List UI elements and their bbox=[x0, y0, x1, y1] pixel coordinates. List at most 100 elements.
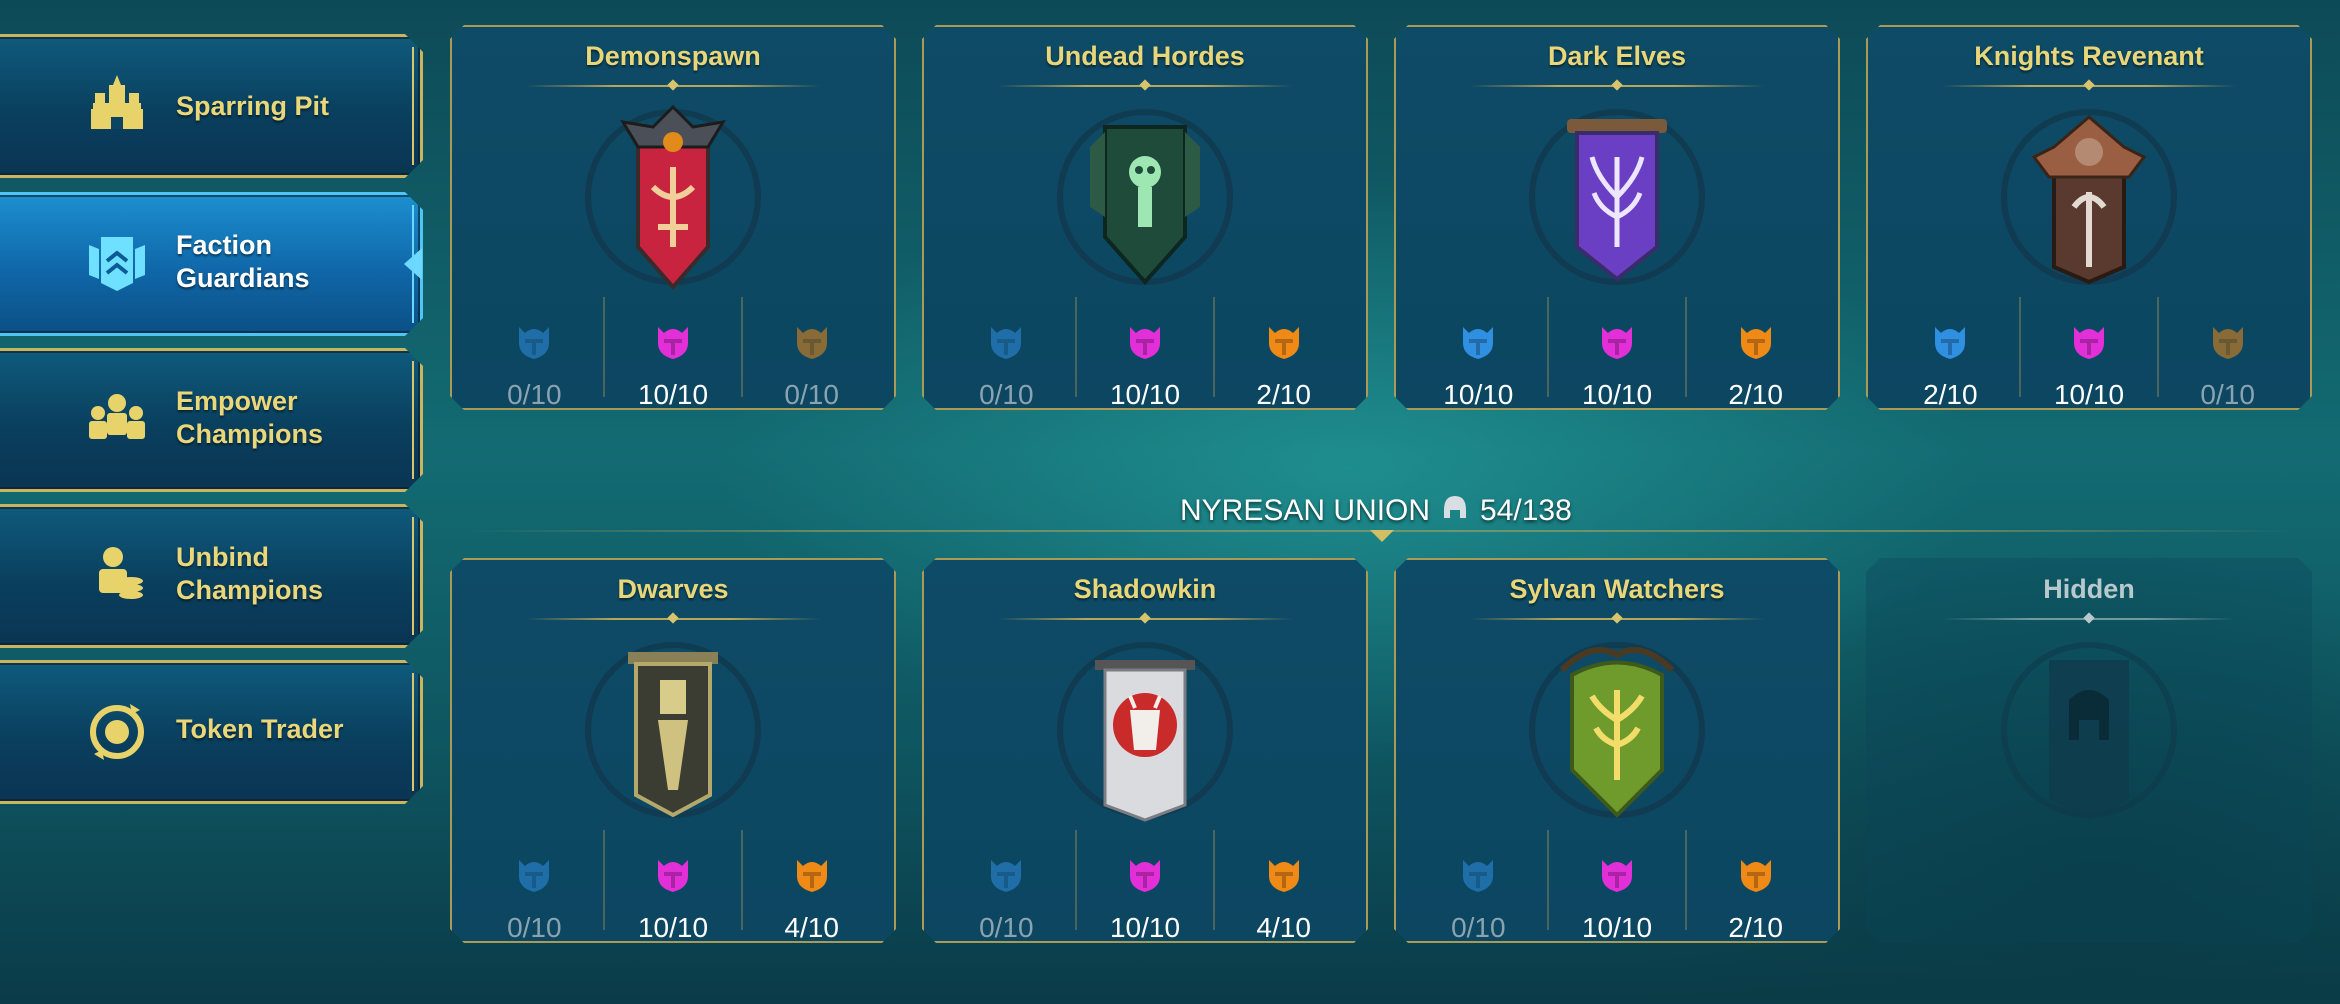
legendary-helmet-icon bbox=[1739, 321, 1773, 365]
rare-helmet-icon bbox=[1461, 854, 1495, 898]
faction-card-demonspawn[interactable]: Demonspawn 0/10 10/10 0/10 bbox=[450, 25, 896, 410]
demonspawn-banner-icon bbox=[578, 97, 768, 297]
faction-card-hidden[interactable]: Hidden bbox=[1866, 558, 2312, 943]
epic-helmet-icon bbox=[2072, 321, 2106, 365]
title-divider bbox=[1470, 618, 1764, 620]
rare-guardian-slot: 0/10 bbox=[938, 297, 1077, 397]
legendary-guardian-slot: 0/10 bbox=[743, 297, 880, 397]
union-progress-value: 54/138 bbox=[1480, 494, 1572, 527]
sidebar-item-faction-guardians[interactable]: Faction Guardians bbox=[0, 192, 423, 336]
legendary-count: 2/10 bbox=[1256, 379, 1311, 410]
union-marker bbox=[1370, 530, 1394, 542]
rare-guardian-slot: 2/10 bbox=[1882, 297, 2021, 397]
union-progress: NYRESAN UNION 54/138 bbox=[1180, 492, 1572, 530]
epic-helmet-icon bbox=[656, 854, 690, 898]
legendary-guardian-slot: 2/10 bbox=[1687, 830, 1824, 930]
rare-helmet-icon bbox=[989, 854, 1023, 898]
legendary-helmet-icon bbox=[1267, 321, 1301, 365]
guardian-stats: 0/10 10/10 2/10 bbox=[938, 297, 1352, 397]
epic-count: 10/10 bbox=[1581, 379, 1653, 410]
legendary-guardian-slot: 4/10 bbox=[743, 830, 880, 930]
sidebar-item-token-trader[interactable]: Token Trader bbox=[0, 660, 423, 804]
legendary-helmet-icon bbox=[1739, 854, 1773, 898]
sidebar-item-unbind-champions[interactable]: Unbind Champions bbox=[0, 504, 423, 648]
epic-count: 10/10 bbox=[1109, 379, 1181, 410]
faction-card-undead-hordes[interactable]: Undead Hordes 0/10 10/10 2/10 bbox=[922, 25, 1368, 410]
legendary-helmet-icon bbox=[795, 854, 829, 898]
title-divider bbox=[998, 618, 1292, 620]
sidebar-item-label: Sparring Pit bbox=[176, 90, 330, 121]
faction-name: Shadowkin bbox=[1073, 574, 1217, 604]
epic-guardian-slot: 10/10 bbox=[605, 830, 744, 930]
union-label: NYRESAN UNION bbox=[1180, 494, 1431, 527]
title-divider bbox=[1942, 618, 2236, 620]
dwarves-banner-icon bbox=[578, 630, 768, 830]
epic-helmet-icon bbox=[1128, 321, 1162, 365]
epic-helmet-icon bbox=[1600, 321, 1634, 365]
castle-icon bbox=[85, 73, 149, 137]
undead-hordes-banner-icon bbox=[1050, 97, 1240, 297]
faction-card-knights-revenant[interactable]: Knights Revenant 2/10 10/10 0/10 bbox=[1866, 25, 2312, 410]
empower-icon bbox=[85, 387, 149, 451]
guardian-stats: 0/10 10/10 0/10 bbox=[466, 297, 880, 397]
faction-name: Dwarves bbox=[617, 574, 729, 604]
rare-count: 2/10 bbox=[1923, 379, 1978, 410]
faction-name: Demonspawn bbox=[585, 41, 761, 71]
faction-card-sylvan-watchers[interactable]: Sylvan Watchers 0/10 10/10 2/10 bbox=[1394, 558, 1840, 943]
legendary-count: 2/10 bbox=[1728, 379, 1783, 410]
guardian-stats: 10/10 10/10 2/10 bbox=[1410, 297, 1824, 397]
epic-count: 10/10 bbox=[1581, 912, 1653, 943]
legendary-count: 0/10 bbox=[2200, 379, 2255, 410]
sylvan-watchers-banner-icon bbox=[1522, 630, 1712, 830]
epic-count: 10/10 bbox=[1109, 912, 1181, 943]
knights-revenant-banner-icon bbox=[1994, 97, 2184, 297]
epic-guardian-slot: 10/10 bbox=[2021, 297, 2160, 397]
epic-count: 10/10 bbox=[637, 379, 709, 410]
epic-helmet-icon bbox=[656, 321, 690, 365]
active-indicator-arrow bbox=[404, 248, 422, 280]
rare-guardian-slot: 0/10 bbox=[466, 297, 605, 397]
legendary-guardian-slot: 4/10 bbox=[1215, 830, 1352, 930]
rare-count: 0/10 bbox=[979, 912, 1034, 943]
legendary-guardian-slot: 2/10 bbox=[1215, 297, 1352, 397]
epic-count: 10/10 bbox=[637, 912, 709, 943]
rare-helmet-icon bbox=[1461, 321, 1495, 365]
sidebar-item-label: Faction Guardians bbox=[176, 230, 310, 293]
rare-count: 0/10 bbox=[1451, 912, 1506, 943]
legendary-count: 2/10 bbox=[1728, 912, 1783, 943]
legendary-guardian-slot: 2/10 bbox=[1687, 297, 1824, 397]
legendary-count: 4/10 bbox=[1256, 912, 1311, 943]
guardian-banner-icon bbox=[85, 231, 149, 295]
legendary-helmet-icon bbox=[2211, 321, 2245, 365]
guardian-stats: 0/10 10/10 2/10 bbox=[1410, 830, 1824, 930]
rare-helmet-icon bbox=[1933, 321, 1967, 365]
rare-helmet-icon bbox=[517, 321, 551, 365]
rare-count: 0/10 bbox=[507, 379, 562, 410]
rare-guardian-slot: 0/10 bbox=[466, 830, 605, 930]
token-icon bbox=[85, 699, 149, 763]
epic-helmet-icon bbox=[1128, 854, 1162, 898]
rare-helmet-icon bbox=[517, 854, 551, 898]
faction-name: Knights Revenant bbox=[1974, 41, 2204, 71]
faction-card-shadowkin[interactable]: Shadowkin 0/10 10/10 4/10 bbox=[922, 558, 1368, 943]
sidebar-item-empower-champions[interactable]: Empower Champions bbox=[0, 348, 423, 492]
faction-card-dwarves[interactable]: Dwarves 0/10 10/10 4/10 bbox=[450, 558, 896, 943]
faction-name: Hidden bbox=[2043, 574, 2135, 604]
sidebar-item-sparring-pit[interactable]: Sparring Pit bbox=[0, 34, 423, 178]
rare-count: 0/10 bbox=[507, 912, 562, 943]
epic-guardian-slot: 10/10 bbox=[605, 297, 744, 397]
legendary-helmet-icon bbox=[795, 321, 829, 365]
legendary-count: 4/10 bbox=[784, 912, 839, 943]
epic-count: 10/10 bbox=[2053, 379, 2125, 410]
legendary-helmet-icon bbox=[1267, 854, 1301, 898]
faction-name: Undead Hordes bbox=[1045, 41, 1245, 71]
epic-guardian-slot: 10/10 bbox=[1077, 830, 1216, 930]
title-divider bbox=[526, 85, 820, 87]
shadowkin-banner-icon bbox=[1050, 630, 1240, 830]
faction-name: Dark Elves bbox=[1547, 41, 1687, 71]
legendary-guardian-slot: 0/10 bbox=[2159, 297, 2296, 397]
hidden-banner-icon bbox=[1994, 630, 2184, 830]
faction-card-dark-elves[interactable]: Dark Elves 10/10 10/10 2/10 bbox=[1394, 25, 1840, 410]
sidebar-item-label: Token Trader bbox=[176, 714, 344, 744]
faction-name: Sylvan Watchers bbox=[1509, 574, 1725, 604]
